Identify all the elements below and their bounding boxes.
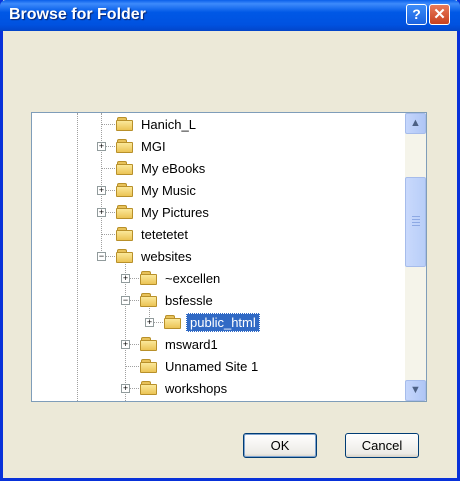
tree-line [101,168,115,169]
folder-icon [116,161,134,175]
tree-line [101,124,115,125]
expand-toggle[interactable]: + [97,142,106,151]
tree-line [77,113,78,401]
tree-line [101,234,115,235]
chevron-up-icon: ▲ [410,117,421,129]
tree-item-label: tetetetet [141,226,188,242]
tree-item[interactable]: msward1 [140,333,221,355]
help-button[interactable]: ? [406,4,427,25]
window-title: Browse for Folder [9,6,146,23]
open-folder-icon [164,315,182,329]
expand-toggle[interactable]: + [97,208,106,217]
open-folder-icon [140,293,158,307]
scroll-up-button[interactable]: ▲ [405,113,426,134]
tree-item[interactable]: Unnamed Site 1 [140,355,261,377]
tree-item[interactable]: tetetetet [116,223,191,245]
tree-item-label: MGI [141,138,166,154]
tree-item-label: public_html [186,312,260,332]
tree-line [125,366,139,367]
folder-icon [116,139,134,153]
close-button[interactable]: ✕ [429,4,450,25]
help-icon: ? [412,6,421,22]
folder-icon [116,249,134,263]
tree-item-label: Hanich_L [141,116,196,132]
tree-item[interactable]: My Pictures [116,201,212,223]
expand-toggle[interactable]: + [121,274,130,283]
title-bar[interactable]: Browse for Folder ? ✕ [0,0,460,31]
folder-icon [140,337,158,351]
ok-button[interactable]: OK [243,433,317,458]
collapse-toggle[interactable]: − [121,296,130,305]
scroll-down-button[interactable]: ▼ [405,380,426,401]
pictures-folder-icon [116,205,134,219]
tree-item-selected[interactable]: public_html [164,311,260,333]
folder-tree[interactable]: Hanich_L + MGI My eBooks + My Music + My… [31,112,427,402]
vertical-scrollbar[interactable]: ▲ ▼ [405,113,426,401]
expand-toggle[interactable]: + [97,186,106,195]
tree-item[interactable]: Hanich_L [116,113,199,135]
grip-line [412,222,420,223]
expand-toggle[interactable]: + [145,318,154,327]
folder-icon [140,359,158,373]
folder-icon [116,117,134,131]
grip-line [412,216,420,217]
grip-line [412,225,420,226]
tree-item-label: My Music [141,182,196,198]
tree-item[interactable]: bsfessle [140,289,216,311]
tree-item-label: Unnamed Site 1 [165,358,259,374]
music-folder-icon [116,183,134,197]
expand-toggle[interactable]: + [121,384,130,393]
tree-item-label: ~excellen [165,270,221,286]
tree-item-label: websites [141,248,192,264]
folder-icon [140,381,158,395]
chevron-down-icon: ▼ [410,384,421,396]
folder-icon [140,271,158,285]
tree-item[interactable]: websites [116,245,195,267]
folder-icon [116,227,134,241]
tree-item-label: My eBooks [141,160,206,176]
tree-item[interactable]: workshops [140,377,230,399]
tree-item[interactable]: ~excellen [140,267,223,289]
tree-item-label: workshops [165,380,228,396]
cancel-button[interactable]: Cancel [345,433,419,458]
browse-for-folder-dialog: Browse for Folder ? ✕ Hanich_L + MGI My … [0,0,460,481]
expand-toggle[interactable]: + [121,340,130,349]
tree-item[interactable]: My eBooks [116,157,208,179]
collapse-toggle[interactable]: − [97,252,106,261]
tree-item-label: My Pictures [141,204,209,220]
tree-item-label: bsfessle [165,292,213,308]
scroll-thumb[interactable] [405,177,426,267]
grip-line [412,219,420,220]
tree-item[interactable]: MGI [116,135,169,157]
tree-item-label: msward1 [165,336,218,352]
folder-tree-view: Hanich_L + MGI My eBooks + My Music + My… [32,113,406,401]
tree-item[interactable]: My Music [116,179,199,201]
close-icon: ✕ [433,6,446,23]
